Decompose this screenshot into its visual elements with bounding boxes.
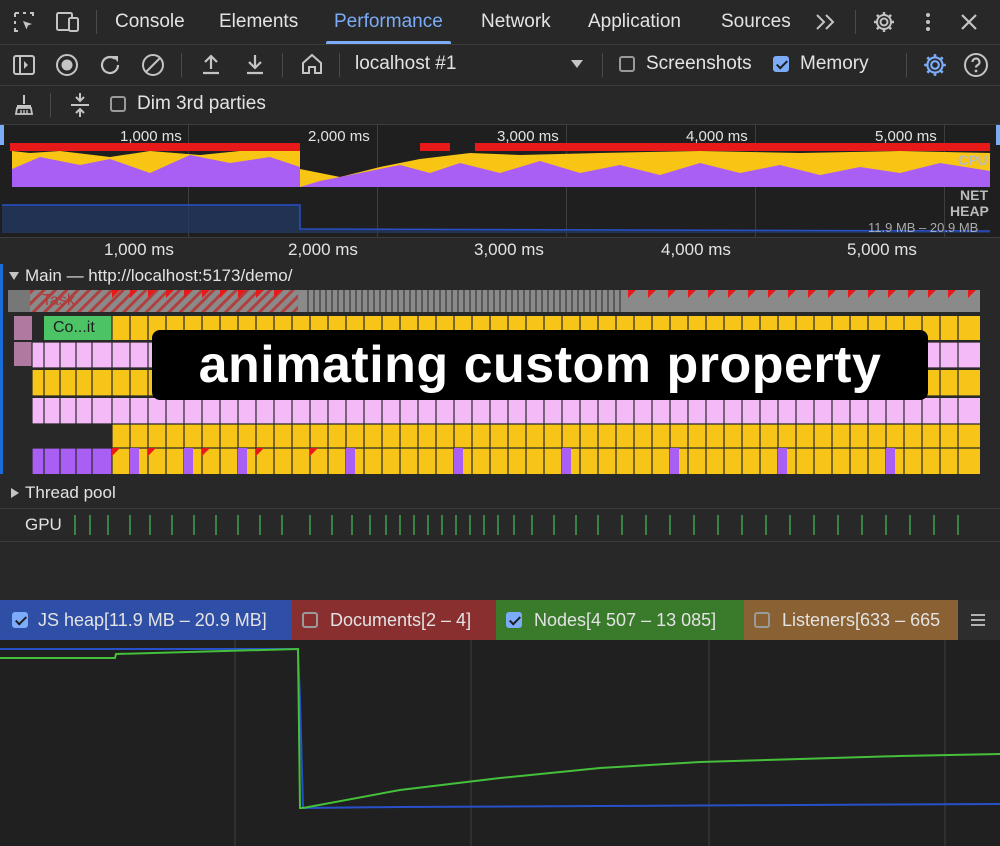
screenshots-label: Screenshots [646,53,752,74]
nodes-line [0,647,1000,809]
main-track-label: Main — http://localhost:5173/demo/ [25,266,293,285]
nodes-checkbox[interactable] [506,612,522,628]
thread-pool-track[interactable]: Thread pool [0,478,1000,509]
clear-icon[interactable] [141,53,165,77]
toolbar-separator [602,53,603,77]
tab-sources[interactable]: Sources [721,0,791,44]
reload-record-icon[interactable] [98,53,122,77]
help-icon[interactable] [963,52,989,78]
documents-counter-toggle[interactable]: Documents[2 – 4] [292,600,496,640]
listeners-checkbox[interactable] [754,612,770,628]
memory-counters-chart [0,640,1000,846]
caption-overlay: animating custom property [152,330,928,400]
broom-cleanup-icon[interactable] [12,93,36,117]
js-heap-line [0,648,1000,810]
collapse-vertical-icon[interactable] [68,92,92,118]
nodes-counter-toggle[interactable]: Nodes[4 507 – 13 085] [496,600,744,640]
sidebar-toggle-icon[interactable] [12,53,36,77]
js-heap-label: JS heap[11.9 MB – 20.9 MB] [38,610,267,630]
devtools-tab-bar: Console Elements Performance Network App… [0,0,1000,45]
nodes-label: Nodes[4 507 – 13 085] [534,610,717,630]
dim-3rd-parties-label: Dim 3rd parties [137,93,266,114]
commit-block-label: Co...it [53,319,95,336]
download-icon[interactable] [243,52,267,76]
ruler-tick-label: 4,000 ms [661,240,731,259]
toolbar-separator [906,53,907,77]
tab-application[interactable]: Application [588,0,681,44]
gpu-label: GPU [25,515,62,534]
target-select[interactable]: localhost #1 [355,53,456,75]
listeners-counter-toggle[interactable]: Listeners[633 – 665 [744,600,958,640]
long-task-bar [420,143,450,151]
more-counters-menu[interactable] [958,600,1000,640]
toolbar-separator [282,53,283,77]
toolbar-separator [339,53,340,77]
kebab-menu-icon[interactable] [920,10,936,34]
close-icon[interactable] [958,11,980,33]
memory-label: Memory [800,53,869,74]
tab-network[interactable]: Network [481,0,551,44]
documents-checkbox[interactable] [302,612,318,628]
inspect-element-icon[interactable] [12,10,36,34]
timeline-ruler: 1,000 ms 2,000 ms 3,000 ms 4,000 ms 5,00… [0,238,1000,264]
documents-label: Documents[2 – 4] [330,610,472,630]
selection-handle-left[interactable] [0,125,4,145]
memory-checkbox[interactable] [773,56,789,72]
heap-range-label: 11.9 MB – 20.9 MB [868,220,979,235]
record-icon[interactable] [55,53,79,77]
memory-line-chart [0,640,1000,846]
net-label: NET [960,187,988,203]
long-task-bar [475,143,990,151]
tab-performance[interactable]: Performance [326,0,451,44]
cpu-label: CPU [958,152,988,168]
js-heap-counter-toggle[interactable]: JS heap[11.9 MB – 20.9 MB] [0,600,292,640]
toolbar-separator [181,53,182,77]
performance-toolbar: localhost #1 Screenshots Memory [0,45,1000,86]
gpu-activity-chart [74,515,959,535]
heap-overview-chart [2,204,991,233]
long-task-bar [10,143,300,151]
toolbar-separator [50,93,51,117]
hamburger-menu-icon[interactable] [970,613,986,627]
tab-console[interactable]: Console [115,0,185,44]
ruler-tick-label: 3,000 ms [474,240,544,259]
more-tabs-icon[interactable] [814,13,838,31]
capture-settings-gear-icon[interactable] [922,52,948,78]
home-icon[interactable] [300,52,324,76]
dim-3rd-parties-checkbox[interactable] [110,96,126,112]
gpu-track[interactable]: GPU [0,509,1000,542]
screenshots-checkbox[interactable] [619,56,635,72]
expand-triangle-icon[interactable] [9,487,21,499]
tab-separator [96,10,97,34]
selection-handle-right[interactable] [996,125,1000,145]
performance-toolbar-secondary: Dim 3rd parties [0,86,1000,125]
tab-elements[interactable]: Elements [219,0,298,44]
settings-gear-icon[interactable] [872,10,896,34]
ruler-tick-label: 5,000 ms [847,240,917,259]
thread-pool-label: Thread pool [25,483,116,502]
track-selection-bar [0,264,3,474]
task-block-label: Task [42,292,75,309]
cpu-activity-chart [10,143,990,187]
chevron-down-icon[interactable] [570,58,584,70]
upload-icon[interactable] [199,52,223,76]
device-toolbar-icon[interactable] [55,10,81,34]
ruler-tick-label: 1,000 ms [104,240,174,259]
js-heap-checkbox[interactable] [12,612,28,628]
ruler-tick-label: 2,000 ms [288,240,358,259]
memory-counters-legend: JS heap[11.9 MB – 20.9 MB] Documents[2 –… [0,600,1000,640]
listeners-label: Listeners[633 – 665 [782,610,941,630]
expand-triangle-icon[interactable] [8,270,20,282]
timeline-overview[interactable]: 1,000 ms 2,000 ms 3,000 ms 4,000 ms 5,00… [0,125,1000,238]
tab-separator [855,10,856,34]
